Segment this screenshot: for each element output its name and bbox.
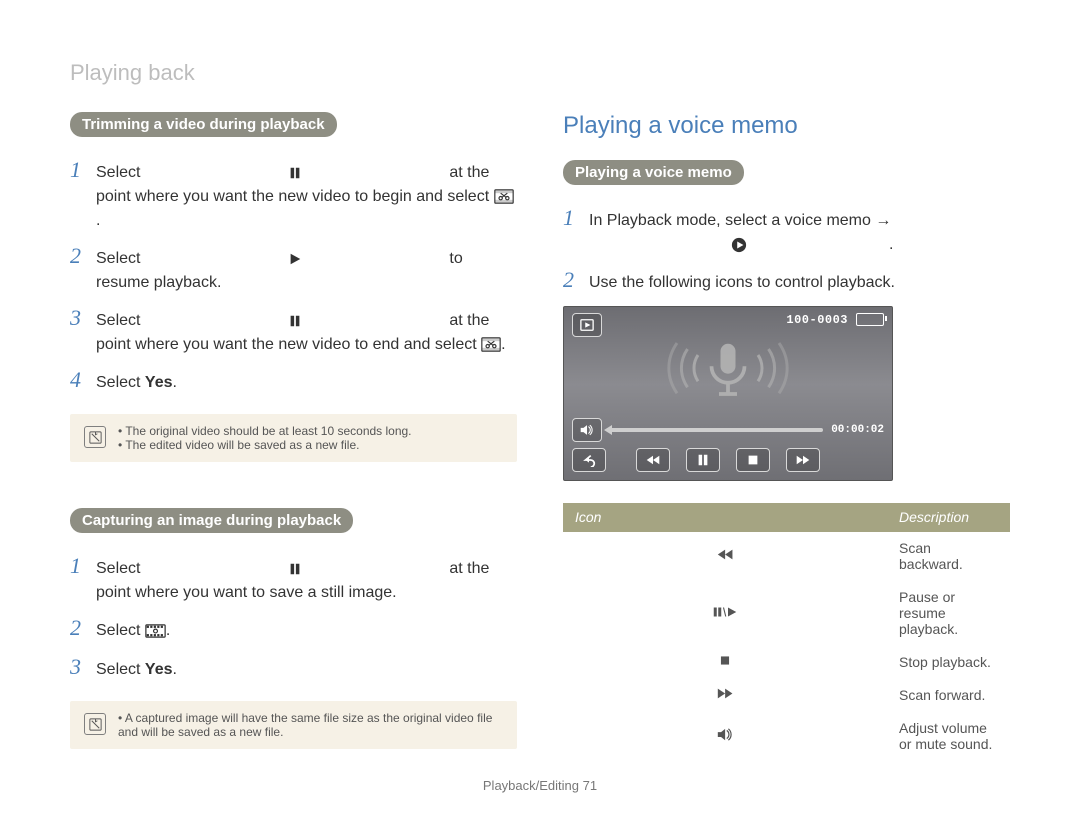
step-text: . [166, 622, 170, 639]
section-pill-trimming: Trimming a video during playback [70, 112, 337, 137]
step-text: Select [96, 622, 145, 639]
progress-bar[interactable] [610, 428, 823, 432]
step-num: 1 [70, 153, 86, 186]
audio-play-circle-icon [589, 238, 889, 252]
step-text: Select [96, 312, 145, 329]
table-desc: Scan forward. [887, 679, 1010, 712]
step-text: . [501, 336, 505, 353]
file-counter: 100-0003 [786, 313, 848, 327]
page-breadcrumb: Playing back [70, 60, 1010, 86]
table-header-desc: Description [887, 503, 1010, 532]
right-column: Playing a voice memo Playing a voice mem… [563, 112, 1010, 760]
back-button[interactable] [572, 448, 606, 472]
step-num: 4 [70, 363, 86, 396]
footer-page: 71 [583, 778, 597, 793]
step: 1 Select at the point where you want to … [70, 549, 517, 605]
pause-icon [145, 562, 445, 576]
step-text: . [173, 661, 177, 678]
step-bold: Yes [145, 374, 173, 391]
step-text: Select [96, 164, 145, 181]
table-row: Pause or resume playback. [563, 581, 1010, 646]
forward-button[interactable] [786, 448, 820, 472]
voice-memo-screenshot: 100-0003 00:00:02 [563, 306, 893, 481]
elapsed-time: 00:00:02 [831, 424, 884, 436]
step: 3 Select Yes. [70, 650, 517, 683]
play-icon [145, 252, 445, 266]
step: 2 Use the following icons to control pla… [563, 263, 1010, 296]
step: 3 Select at the point where you want the… [70, 301, 517, 357]
section-pill-voicememo: Playing a voice memo [563, 160, 744, 185]
pause-icon [145, 166, 445, 180]
step: 2 Select . [70, 611, 517, 644]
step-num: 1 [70, 549, 86, 582]
stop-button[interactable] [736, 448, 770, 472]
note-box: A captured image will have the same file… [70, 701, 517, 749]
step-num: 2 [70, 239, 86, 272]
forward-icon [563, 679, 887, 712]
pause-play-icon [563, 581, 887, 646]
note-text: A captured image will have the same file… [118, 711, 503, 739]
battery-icon [856, 313, 884, 326]
pause-icon [145, 314, 445, 328]
note-box: The original video should be at least 10… [70, 414, 517, 462]
table-desc: Scan backward. [887, 532, 1010, 581]
film-capture-icon [145, 624, 166, 638]
film-scissors-icon [481, 338, 501, 352]
step-num: 3 [70, 650, 86, 683]
pause-button[interactable] [686, 448, 720, 472]
film-scissors-icon [494, 190, 514, 204]
table-row: Adjust volume or mute sound. [563, 712, 1010, 761]
step: 2 Select to resume playback. [70, 239, 517, 295]
note-icon [84, 713, 106, 735]
volume-icon [563, 712, 887, 761]
stop-icon [563, 646, 887, 679]
step-text: Select [96, 374, 145, 391]
section-title: Playing a voice memo [563, 112, 1010, 140]
step-bold: Yes [145, 661, 173, 678]
table-desc: Adjust volume or mute sound. [887, 712, 1010, 761]
rewind-icon [563, 532, 887, 581]
rewind-button[interactable] [636, 448, 670, 472]
step-text: . [889, 236, 893, 253]
step-text: . [173, 374, 177, 391]
table-row: Scan forward. [563, 679, 1010, 712]
step: 4 Select Yes. [70, 363, 517, 396]
step-text: Use the following icons to control playb… [589, 271, 1010, 295]
page-footer: Playback/Editing 71 [70, 760, 1010, 793]
step: 1 Select at the point where you want the… [70, 153, 517, 233]
step-num: 2 [563, 263, 579, 296]
volume-button[interactable] [572, 418, 602, 442]
note-text: The edited video will be saved as a new … [118, 438, 412, 452]
table-row: Scan backward. [563, 532, 1010, 581]
step-text: Select [96, 661, 145, 678]
step-num: 1 [563, 201, 579, 234]
table-desc: Pause or resume playback. [887, 581, 1010, 646]
step-num: 3 [70, 301, 86, 334]
footer-label: Playback/Editing [483, 778, 579, 793]
table-desc: Stop playback. [887, 646, 1010, 679]
table-row: Stop playback. [563, 646, 1010, 679]
step-text: In Playback mode, select a voice memo → [589, 212, 891, 229]
left-column: Trimming a video during playback 1 Selec… [70, 112, 517, 760]
microphone-icon [653, 330, 803, 415]
step-text: Select [96, 560, 145, 577]
note-icon [84, 426, 106, 448]
section-pill-capturing: Capturing an image during playback [70, 508, 353, 533]
step: 1 In Playback mode, select a voice memo … [563, 201, 1010, 257]
table-header-icon: Icon [563, 503, 887, 532]
icon-description-table: Icon Description Scan backward. Pause or… [563, 503, 1010, 760]
step-text: . [96, 212, 100, 229]
step-num: 2 [70, 611, 86, 644]
step-text: Select [96, 250, 145, 267]
note-text: The original video should be at least 10… [118, 424, 412, 438]
